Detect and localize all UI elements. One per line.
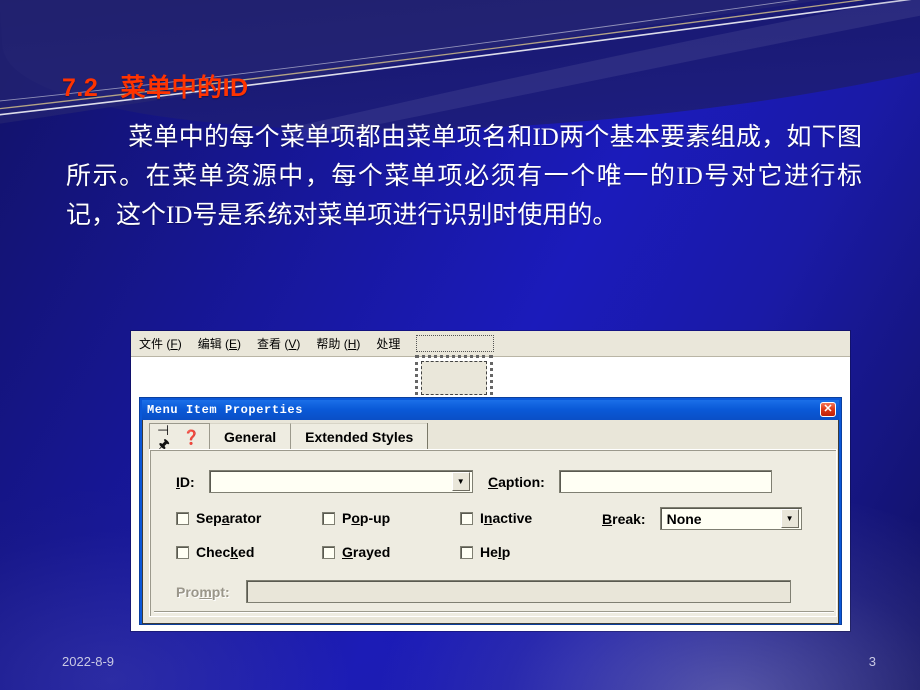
slide-body-text: 菜单中的每个菜单项都由菜单项名和ID两个基本要素组成，如下图所示。在菜单资源中，… — [66, 118, 862, 235]
popup-checkbox-row[interactable]: Pop-up — [322, 510, 390, 526]
app-menubar: 文件 (F) 编辑 (E) 查看 (V) 帮助 (H) 处理 — [131, 331, 850, 357]
id-combobox[interactable]: ▼ — [208, 470, 473, 493]
help-checkbox[interactable] — [460, 545, 473, 559]
pin-icon[interactable]: ⊣🖈 — [157, 423, 174, 451]
separator-checkbox-row[interactable]: Separator — [176, 510, 261, 526]
dialog-toolbar: ⊣🖈 ❓ — [149, 423, 210, 451]
embedded-screenshot: 文件 (F) 编辑 (E) 查看 (V) 帮助 (H) 处理 Menu Item… — [131, 331, 850, 631]
panel-bottom-divider — [154, 611, 834, 613]
caption-label: Caption: — [488, 473, 545, 490]
menu-item-help[interactable]: 帮助 (H) — [316, 335, 360, 352]
app-client-area — [131, 357, 850, 401]
close-icon[interactable]: ✕ — [820, 402, 836, 417]
footer-date: 2022-8-9 — [62, 654, 115, 669]
checked-checkbox-row[interactable]: Checked — [176, 544, 254, 560]
checked-label: Checked — [196, 544, 255, 560]
menu-item-process[interactable]: 处理 — [376, 335, 400, 352]
inactive-label: Inactive — [480, 510, 533, 526]
id-field-row: ID: ▼ — [176, 470, 473, 493]
help-label: Help — [480, 544, 511, 560]
inactive-checkbox[interactable] — [460, 511, 473, 525]
break-combobox[interactable]: None ▼ — [659, 507, 802, 530]
caption-field-row: Caption: — [488, 470, 772, 493]
tab-general[interactable]: General — [210, 423, 291, 450]
slide: 7.2 菜单中的ID 菜单中的每个菜单项都由菜单项名和ID两个基本要素组成，如下… — [0, 0, 920, 690]
dialog-title: Menu Item Properties — [147, 403, 304, 417]
break-label: Break: — [602, 510, 646, 527]
separator-checkbox[interactable] — [176, 511, 189, 525]
separator-label: Separator — [196, 510, 262, 526]
prompt-label: Prompt: — [176, 583, 230, 600]
menu-item-edit[interactable]: 编辑 (E) — [198, 335, 241, 352]
break-value[interactable]: None — [661, 511, 781, 527]
chevron-down-icon[interactable]: ▼ — [780, 509, 799, 528]
menu-item-file[interactable]: 文件 (F) — [139, 335, 182, 352]
grayed-checkbox[interactable] — [322, 545, 335, 559]
break-field-row: Break: None ▼ — [602, 507, 802, 530]
dialog-tabstrip: ⊣🖈 ❓ General Extended Styles — [143, 420, 838, 451]
dialog-body: ⊣🖈 ❓ General Extended Styles ID: ▼ Capti… — [142, 420, 839, 624]
chevron-down-icon[interactable]: ▼ — [451, 472, 470, 491]
general-tab-panel: ID: ▼ Caption: Separator Pop-up Inactive… — [149, 449, 837, 617]
dialog-titlebar[interactable]: Menu Item Properties ✕ — [142, 400, 839, 420]
help-checkbox-row[interactable]: Help — [460, 544, 510, 560]
slide-title: 7.2 菜单中的ID — [62, 74, 249, 102]
id-label: ID: — [176, 473, 195, 490]
caption-input[interactable] — [558, 470, 772, 493]
menu-item-view[interactable]: 查看 (V) — [257, 335, 300, 352]
menu-item-properties-dialog: Menu Item Properties ✕ ⊣🖈 ❓ General Exte… — [139, 397, 842, 625]
menu-item-selection-outline[interactable] — [415, 355, 493, 401]
checked-checkbox[interactable] — [176, 545, 189, 559]
body-paragraph: 菜单中的每个菜单项都由菜单项名和ID两个基本要素组成，如下图所示。在菜单资源中，… — [66, 124, 862, 229]
menu-new-item-placeholder[interactable] — [416, 335, 495, 352]
popup-checkbox[interactable] — [322, 511, 335, 525]
tab-extended-styles[interactable]: Extended Styles — [290, 423, 428, 450]
tabstrip-end-divider — [427, 423, 429, 450]
grayed-label: Grayed — [342, 544, 391, 560]
prompt-field-row: Prompt: — [176, 580, 791, 603]
prompt-input — [245, 580, 791, 603]
footer-page-number: 3 — [868, 654, 876, 669]
popup-label: Pop-up — [342, 510, 391, 526]
inactive-checkbox-row[interactable]: Inactive — [460, 510, 532, 526]
grayed-checkbox-row[interactable]: Grayed — [322, 544, 390, 560]
help-icon[interactable]: ❓ — [183, 429, 200, 446]
